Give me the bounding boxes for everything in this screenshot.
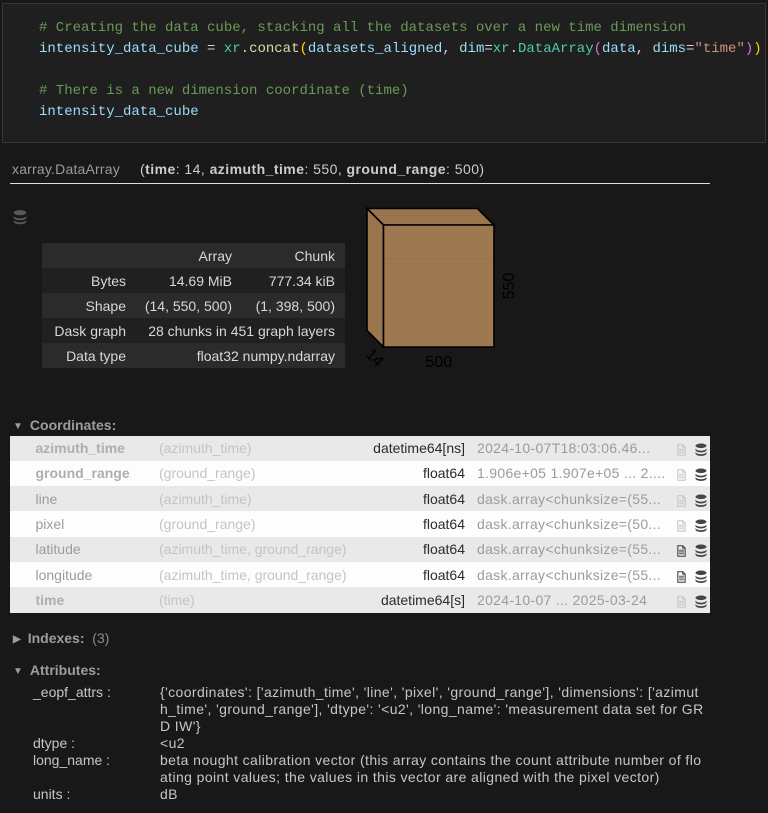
svg-text:500: 500 — [425, 354, 452, 371]
svg-text:550: 550 — [501, 273, 518, 300]
svg-text:14: 14 — [362, 346, 387, 371]
